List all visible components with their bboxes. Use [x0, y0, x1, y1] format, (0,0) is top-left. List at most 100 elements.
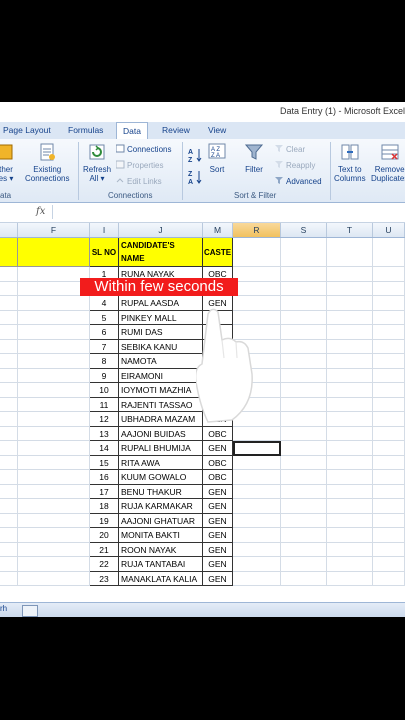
- cell[interactable]: [18, 441, 90, 456]
- cell[interactable]: [327, 325, 373, 340]
- cell[interactable]: [281, 441, 327, 456]
- cell[interactable]: [373, 238, 405, 267]
- sl-no-cell[interactable]: 22: [90, 557, 119, 572]
- cell[interactable]: [373, 484, 405, 499]
- candidate-name-cell[interactable]: AAJONI BUIDAS: [119, 426, 203, 441]
- cell[interactable]: [373, 528, 405, 543]
- cell[interactable]: [281, 484, 327, 499]
- cell[interactable]: [18, 499, 90, 514]
- cell[interactable]: [0, 528, 18, 543]
- cell[interactable]: [233, 513, 281, 528]
- cell[interactable]: [18, 383, 90, 398]
- select-all-corner[interactable]: [0, 223, 18, 237]
- properties-button[interactable]: Properties: [116, 160, 163, 170]
- cell[interactable]: [373, 571, 405, 586]
- cell[interactable]: [373, 441, 405, 456]
- connections-button[interactable]: Connections: [116, 144, 171, 154]
- clear-filter-button[interactable]: Clear: [275, 144, 305, 154]
- caste-cell[interactable]: GEN: [203, 441, 233, 456]
- cell[interactable]: [0, 281, 18, 296]
- candidate-name-cell[interactable]: MANAKLATA KALIA: [119, 571, 203, 586]
- sl-no-cell[interactable]: 6: [90, 325, 119, 340]
- edit-links-button[interactable]: Edit Links: [116, 176, 162, 186]
- header-candidate-name[interactable]: CANDIDATE'S NAME: [119, 238, 203, 267]
- sl-no-cell[interactable]: 8: [90, 354, 119, 369]
- cell[interactable]: [0, 455, 18, 470]
- sort-ascending-button[interactable]: AZ: [188, 147, 204, 164]
- cell[interactable]: [327, 296, 373, 311]
- header-sl-no[interactable]: SL NO: [90, 238, 119, 267]
- cell[interactable]: [281, 499, 327, 514]
- cell[interactable]: [281, 528, 327, 543]
- cell[interactable]: [233, 455, 281, 470]
- sort-descending-button[interactable]: ZA: [188, 169, 204, 186]
- cell[interactable]: [281, 397, 327, 412]
- cell[interactable]: [233, 557, 281, 572]
- cell[interactable]: [327, 412, 373, 427]
- cell[interactable]: [373, 542, 405, 557]
- cell[interactable]: [18, 354, 90, 369]
- cell[interactable]: [0, 354, 18, 369]
- cell[interactable]: [18, 325, 90, 340]
- cell[interactable]: [281, 281, 327, 296]
- sl-no-cell[interactable]: 14: [90, 441, 119, 456]
- cell[interactable]: [327, 426, 373, 441]
- cell[interactable]: [233, 267, 281, 282]
- cell[interactable]: [327, 238, 373, 267]
- sl-no-cell[interactable]: 11: [90, 397, 119, 412]
- cell[interactable]: [0, 499, 18, 514]
- cell[interactable]: [18, 368, 90, 383]
- candidate-name-cell[interactable]: RAJENTI TASSAO: [119, 397, 203, 412]
- sl-no-cell[interactable]: 21: [90, 542, 119, 557]
- sl-no-cell[interactable]: 4: [90, 296, 119, 311]
- reapply-button[interactable]: Reapply: [275, 160, 315, 170]
- cell[interactable]: [373, 557, 405, 572]
- cell[interactable]: [0, 441, 18, 456]
- cell[interactable]: [233, 484, 281, 499]
- column-header-I[interactable]: I: [90, 223, 119, 237]
- cell[interactable]: [0, 368, 18, 383]
- cell[interactable]: [18, 557, 90, 572]
- cell[interactable]: [18, 513, 90, 528]
- caste-cell[interactable]: OBC: [203, 455, 233, 470]
- cell[interactable]: [373, 368, 405, 383]
- cell[interactable]: [18, 397, 90, 412]
- cell[interactable]: [281, 426, 327, 441]
- sl-no-cell[interactable]: 12: [90, 412, 119, 427]
- cell[interactable]: [281, 267, 327, 282]
- cell[interactable]: [18, 455, 90, 470]
- cell[interactable]: [0, 542, 18, 557]
- cell[interactable]: [281, 557, 327, 572]
- sl-no-cell[interactable]: 19: [90, 513, 119, 528]
- sl-no-cell[interactable]: 23: [90, 571, 119, 586]
- cell[interactable]: [373, 354, 405, 369]
- advanced-filter-button[interactable]: Advanced: [275, 176, 322, 186]
- cell[interactable]: [373, 397, 405, 412]
- column-header-S[interactable]: S: [281, 223, 327, 237]
- from-other-sources-button[interactable]: ther es ▾: [0, 142, 16, 183]
- tab-formulas[interactable]: Formulas: [68, 125, 103, 135]
- sl-no-cell[interactable]: 16: [90, 470, 119, 485]
- candidate-name-cell[interactable]: PINKEY MALL: [119, 310, 203, 325]
- cell[interactable]: [233, 281, 281, 296]
- candidate-name-cell[interactable]: RUPAL AASDA: [119, 296, 203, 311]
- cell[interactable]: [327, 484, 373, 499]
- candidate-name-cell[interactable]: IOYMOTI MAZHIA: [119, 383, 203, 398]
- cell[interactable]: [233, 571, 281, 586]
- cell[interactable]: [327, 397, 373, 412]
- cell[interactable]: [18, 470, 90, 485]
- cell[interactable]: [0, 238, 18, 267]
- filter-button[interactable]: Filter: [244, 142, 264, 174]
- cell[interactable]: [18, 484, 90, 499]
- cell[interactable]: [18, 542, 90, 557]
- cell[interactable]: [281, 513, 327, 528]
- existing-connections-button[interactable]: Existing Connections: [25, 142, 69, 183]
- candidate-name-cell[interactable]: EIRAMONI: [119, 368, 203, 383]
- cell[interactable]: [373, 383, 405, 398]
- cell[interactable]: [373, 412, 405, 427]
- text-to-columns-button[interactable]: Text to Columns: [334, 142, 366, 183]
- cell[interactable]: [373, 310, 405, 325]
- cell[interactable]: [327, 441, 373, 456]
- caste-cell[interactable]: GEN: [203, 499, 233, 514]
- cell[interactable]: [373, 513, 405, 528]
